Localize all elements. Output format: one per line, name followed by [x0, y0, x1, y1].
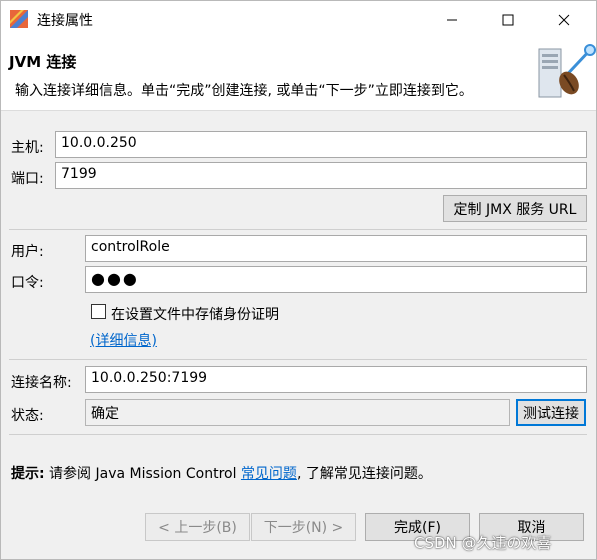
port-input[interactable]: 7199	[55, 162, 587, 189]
connection-name-label: 连接名称:	[11, 375, 72, 391]
divider	[9, 229, 587, 230]
hint-text: 提示: 请参阅 Java Mission Control 常见问题, 了解常见连…	[11, 463, 432, 483]
custom-jmx-url-button[interactable]: 定制 JMX 服务 URL	[443, 195, 587, 222]
watermark-text: CSDN @久违の欢喜	[414, 534, 552, 552]
connection-name-input[interactable]: 10.0.0.250:7199	[85, 366, 587, 393]
maximize-icon	[502, 14, 514, 26]
header-banner: JVM 连接 输入连接详细信息。单击“完成”创建连接, 或单击“下一步”立即连接…	[1, 39, 596, 111]
hint-prefix: 提示:	[11, 466, 45, 482]
test-connection-button[interactable]: 测试连接	[516, 399, 586, 426]
back-button[interactable]: < 上一步(B)	[145, 513, 250, 541]
close-icon	[558, 14, 570, 26]
store-credentials-label: 在设置文件中存储身份证明	[111, 307, 279, 323]
hint-suffix: , 了解常见连接问题。	[296, 466, 432, 482]
password-label: 口令:	[11, 275, 44, 291]
faq-link[interactable]: 常见问题	[241, 466, 297, 482]
minimize-icon	[447, 19, 457, 21]
host-input[interactable]: 10.0.0.250	[55, 131, 587, 158]
maximize-button[interactable]	[485, 1, 531, 39]
divider	[9, 434, 587, 435]
details-link[interactable]: (详细信息)	[90, 330, 157, 350]
page-description: 输入连接详细信息。单击“完成”创建连接, 或单击“下一步”立即连接到它。	[15, 83, 473, 99]
jvm-connection-icon	[538, 44, 596, 98]
next-button[interactable]: 下一步(N) >	[251, 513, 356, 541]
close-button[interactable]	[541, 1, 587, 39]
title-bar: 连接属性	[1, 1, 596, 39]
store-credentials-checkbox[interactable]	[91, 304, 106, 319]
connection-properties-dialog: 连接属性 JVM 连接 输入连接详细信息。单击“完成”创建连接, 或单击“下一步…	[0, 0, 597, 560]
user-input[interactable]: controlRole	[85, 235, 587, 262]
port-label: 端口:	[11, 171, 44, 187]
window-title: 连接属性	[37, 13, 93, 29]
password-input[interactable]: ●●●	[85, 266, 587, 293]
hint-body: 请参阅 Java Mission Control	[44, 466, 241, 482]
page-title: JVM 连接	[9, 53, 77, 71]
host-label: 主机:	[11, 140, 44, 156]
minimize-button[interactable]	[429, 1, 475, 39]
user-label: 用户:	[11, 244, 44, 260]
divider	[9, 359, 587, 360]
status-label: 状态:	[11, 408, 44, 424]
status-field: 确定	[85, 399, 510, 426]
app-icon	[10, 10, 28, 28]
